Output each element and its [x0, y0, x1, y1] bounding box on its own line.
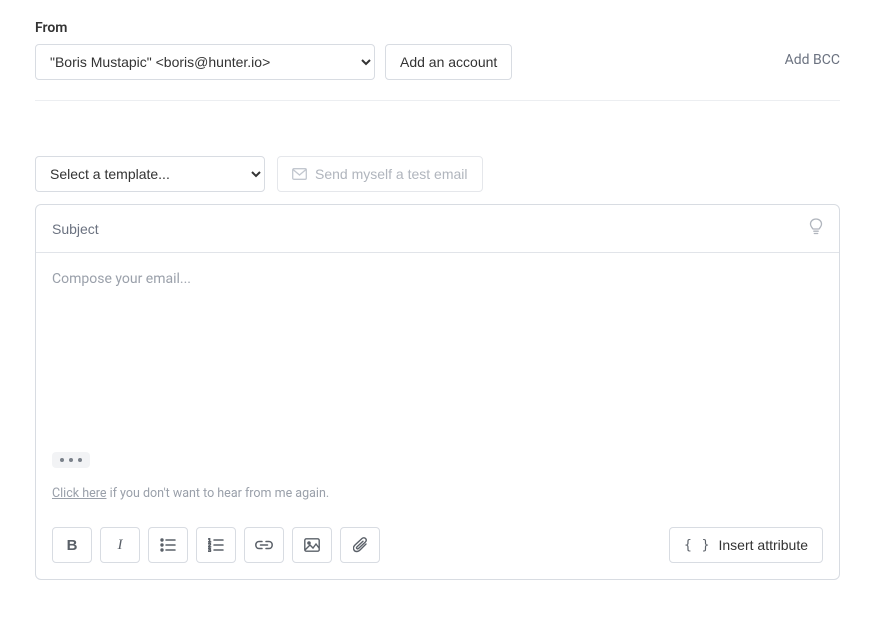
- svg-text:3: 3: [208, 548, 211, 552]
- from-row: "Boris Mustapic" <boris@hunter.io> Add a…: [35, 44, 840, 80]
- unordered-list-icon: [160, 538, 176, 552]
- lightbulb-icon[interactable]: [809, 218, 823, 240]
- unsubscribe-suffix: if you don't want to hear from me again.: [106, 486, 329, 501]
- template-select[interactable]: Select a template...: [35, 156, 265, 192]
- insert-attribute-label: Insert attribute: [719, 537, 809, 553]
- section-divider: [35, 100, 840, 101]
- image-button[interactable]: [292, 527, 332, 563]
- image-icon: [304, 538, 320, 552]
- link-icon: [255, 540, 273, 550]
- signature-toggle[interactable]: [52, 452, 90, 468]
- from-account-select[interactable]: "Boris Mustapic" <boris@hunter.io>: [35, 44, 375, 80]
- link-button[interactable]: [244, 527, 284, 563]
- bold-button[interactable]: B: [52, 527, 92, 563]
- unordered-list-button[interactable]: [148, 527, 188, 563]
- from-label: From: [35, 20, 840, 36]
- paperclip-icon: [353, 537, 368, 553]
- braces-icon: { }: [684, 538, 710, 553]
- subject-input[interactable]: [52, 221, 809, 237]
- email-editor: Click here if you don't want to hear fro…: [35, 204, 840, 580]
- subject-row: [36, 205, 839, 253]
- bold-icon: B: [67, 537, 78, 554]
- italic-icon: I: [118, 537, 123, 554]
- send-test-email-label: Send myself a test email: [315, 166, 468, 182]
- compose-textarea[interactable]: [52, 271, 823, 446]
- insert-attribute-button[interactable]: { } Insert attribute: [669, 527, 823, 563]
- compose-body: Click here if you don't want to hear fro…: [36, 253, 839, 511]
- add-bcc-link[interactable]: Add BCC: [785, 52, 840, 68]
- envelope-icon: [292, 168, 307, 180]
- add-account-button[interactable]: Add an account: [385, 44, 512, 80]
- ordered-list-icon: 1 2 3: [208, 538, 224, 552]
- ordered-list-button[interactable]: 1 2 3: [196, 527, 236, 563]
- send-test-email-button: Send myself a test email: [277, 156, 483, 192]
- unsubscribe-line: Click here if you don't want to hear fro…: [52, 486, 823, 501]
- attachment-button[interactable]: [340, 527, 380, 563]
- add-account-label: Add an account: [400, 54, 497, 70]
- italic-button[interactable]: I: [100, 527, 140, 563]
- unsubscribe-link[interactable]: Click here: [52, 486, 106, 501]
- formatting-toolbar: B I 1 2 3: [36, 511, 839, 579]
- template-row: Select a template... Send myself a test …: [35, 156, 840, 192]
